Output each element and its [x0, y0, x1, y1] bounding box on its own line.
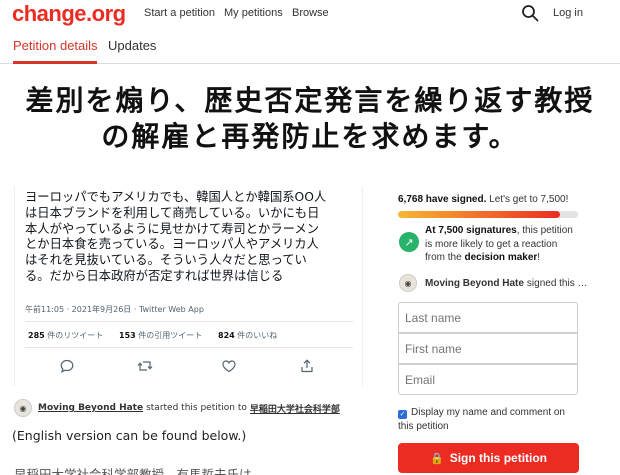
- nav-browse[interactable]: Browse: [292, 7, 329, 19]
- goal-bold: At 7,500 signatures: [425, 225, 517, 236]
- last-name-field[interactable]: [398, 302, 578, 333]
- search-icon[interactable]: [521, 4, 539, 22]
- recent-signer: ◉ Moving Beyond Hate signed this …: [399, 273, 588, 293]
- signed-goal: Let's get to 7,500!: [489, 194, 569, 205]
- tab-updates[interactable]: Updates: [108, 38, 156, 53]
- recent-signer-name: Moving Beyond Hate: [425, 277, 524, 289]
- active-tab-indicator: [13, 61, 97, 64]
- progress-fill: [398, 211, 561, 218]
- lock-icon: 🔒: [429, 452, 444, 465]
- nav-my-petitions[interactable]: My petitions: [224, 7, 283, 19]
- like-number: 824: [218, 331, 235, 340]
- avatar: ◉: [399, 274, 417, 292]
- divider: [25, 321, 353, 322]
- trending-up-icon: ↗: [399, 232, 419, 252]
- like-count: 824 件のいいね: [218, 330, 277, 341]
- petition-starter: ◉ Moving Beyond Hate started this petiti…: [14, 399, 340, 417]
- change-logo[interactable]: change.org: [12, 1, 126, 27]
- tweet-line: 本人がやっているように見せかけて寿司とかラーメン: [25, 221, 320, 236]
- tweet-timestamp: 午前11:05 · 2021年9月26日 · Twitter Web App: [25, 305, 204, 314]
- divider: [25, 347, 353, 348]
- english-version-note: (English version can be found below.): [12, 428, 247, 443]
- like-label: 件のいいね: [237, 331, 278, 340]
- signature-progress-bar: [398, 211, 578, 218]
- tweet-line: はそれを見抜いている。そういう人々だと思ってい: [25, 253, 307, 268]
- login-link[interactable]: Log in: [553, 7, 583, 19]
- starter-name[interactable]: Moving Beyond Hate: [38, 403, 143, 413]
- signature-count: 6,768 have signed. Let's get to 7,500!: [398, 194, 568, 205]
- heart-icon: [222, 360, 236, 373]
- petition-tabs: Petition details Updates: [0, 30, 620, 64]
- tweet-line: とか日本食を売っている。ヨーロッパ人やアメリカ人: [25, 237, 319, 252]
- retweet-icon: [137, 361, 153, 371]
- top-header: change.org Start a petition My petitions…: [0, 0, 620, 28]
- sign-button-label: Sign this petition: [449, 451, 548, 465]
- petition-title: 差別を煽り、歴史否定発言を繰り返す教授 の解雇と再発防止を求めます。: [0, 83, 620, 155]
- display-consent: ✓ Display my name and comment on this pet…: [398, 406, 580, 433]
- tweet-line: る。だから日本政府が否定すれば世界は信じる: [25, 268, 284, 283]
- sign-petition-button[interactable]: 🔒 Sign this petition: [398, 443, 579, 473]
- goal-message: At 7,500 signatures, this petition is mo…: [425, 224, 580, 265]
- display-name-checkbox[interactable]: ✓: [398, 410, 407, 419]
- retweet-label: 件のリツイート: [47, 331, 104, 340]
- starter-action: started this petition to: [146, 403, 247, 413]
- petition-body-start: 早稲田大学社会科学部教授、有馬哲夫氏は: [14, 467, 252, 475]
- quote-label: 件の引用ツイート: [138, 331, 203, 340]
- petition-title-line2: の解雇と再発防止を求めます。: [101, 120, 519, 153]
- quote-number: 153: [119, 331, 136, 340]
- tweet-line: ヨーロッパでもアメリカでも、韓国人とか韓国系OO人: [25, 190, 327, 204]
- decision-maker: decision maker: [464, 252, 538, 263]
- tweet-text: ヨーロッパでもアメリカでも、韓国人とか韓国系OO人 は日本ブランドを利用して商売…: [25, 190, 361, 285]
- share-icon: [301, 359, 313, 373]
- reply-icon: [60, 359, 74, 374]
- nav-start-petition[interactable]: Start a petition: [144, 7, 215, 19]
- signed-number: 6,768 have signed.: [398, 194, 487, 205]
- avatar: ◉: [14, 399, 32, 417]
- goal-end: !: [537, 252, 541, 263]
- quote-count: 153 件の引用ツイート: [119, 330, 202, 341]
- petition-target[interactable]: 早稲田大学社会科学部: [250, 402, 340, 415]
- tweet-image: ヨーロッパでもアメリカでも、韓国人とか韓国系OO人 は日本ブランドを利用して商売…: [14, 186, 363, 386]
- retweet-number: 285: [28, 331, 45, 340]
- tab-petition-details[interactable]: Petition details: [13, 38, 98, 53]
- email-field[interactable]: [398, 364, 578, 395]
- retweet-count: 285 件のリツイート: [28, 330, 103, 341]
- tweet-line: は日本ブランドを利用して商売している。いかにも日: [25, 205, 320, 220]
- petition-title-line1: 差別を煽り、歴史否定発言を繰り返す教授: [25, 84, 595, 117]
- first-name-field[interactable]: [398, 333, 578, 364]
- consent-label: Display my name and comment on this peti…: [398, 407, 565, 432]
- recent-signer-action: signed this …: [526, 277, 588, 289]
